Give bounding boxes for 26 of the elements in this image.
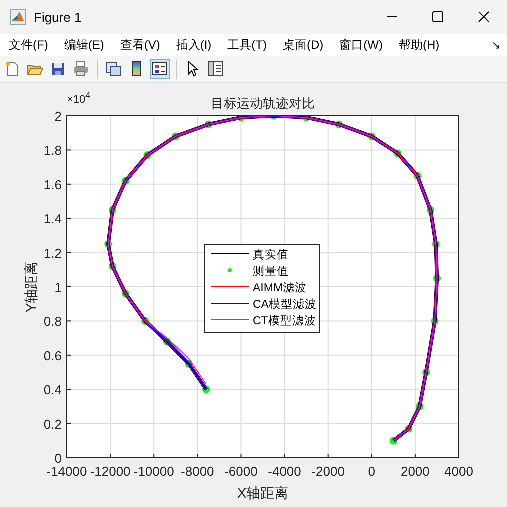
x-tick-label: 4000 [444, 464, 474, 479]
x-tick-label: -2000 [312, 464, 345, 479]
x-tick-label: -6000 [224, 464, 258, 479]
x-tick-label: 0 [368, 464, 376, 479]
y-tick-label: 1.2 [44, 246, 62, 261]
y-tick-label: 0.8 [44, 314, 62, 330]
y-tick-label: 2 [54, 109, 62, 124]
x-tick-label: -8000 [181, 464, 214, 479]
x-tick-label: -14000 [46, 464, 88, 479]
x-axis-label: X轴距离 [237, 485, 289, 501]
y-tick-label: 0.4 [44, 382, 62, 398]
axis-multiplier: ×10$^{4}$ [67, 94, 91, 106]
y-tick-label: 1.4 [44, 212, 62, 227]
x-tick-label: -12000 [90, 464, 131, 479]
y-tick-label: 1.8 [44, 143, 62, 158]
x-tick-label: -10000 [134, 464, 174, 479]
y-tick-label: 0.2 [44, 416, 62, 432]
y-tick-label: 0.6 [44, 348, 62, 364]
x-tick-label: 2000 [400, 464, 430, 479]
y-tick-label: 1.6 [44, 177, 62, 192]
y-axis-label: Y轴距离 [23, 261, 39, 313]
x-tick-label: -4000 [268, 464, 302, 479]
window-title: Figure 1 [34, 10, 82, 24]
chart-title: 目标运动轨迹对比 [211, 96, 315, 111]
y-tick-label: 0 [54, 451, 62, 466]
y-tick-label: 1 [54, 280, 62, 295]
